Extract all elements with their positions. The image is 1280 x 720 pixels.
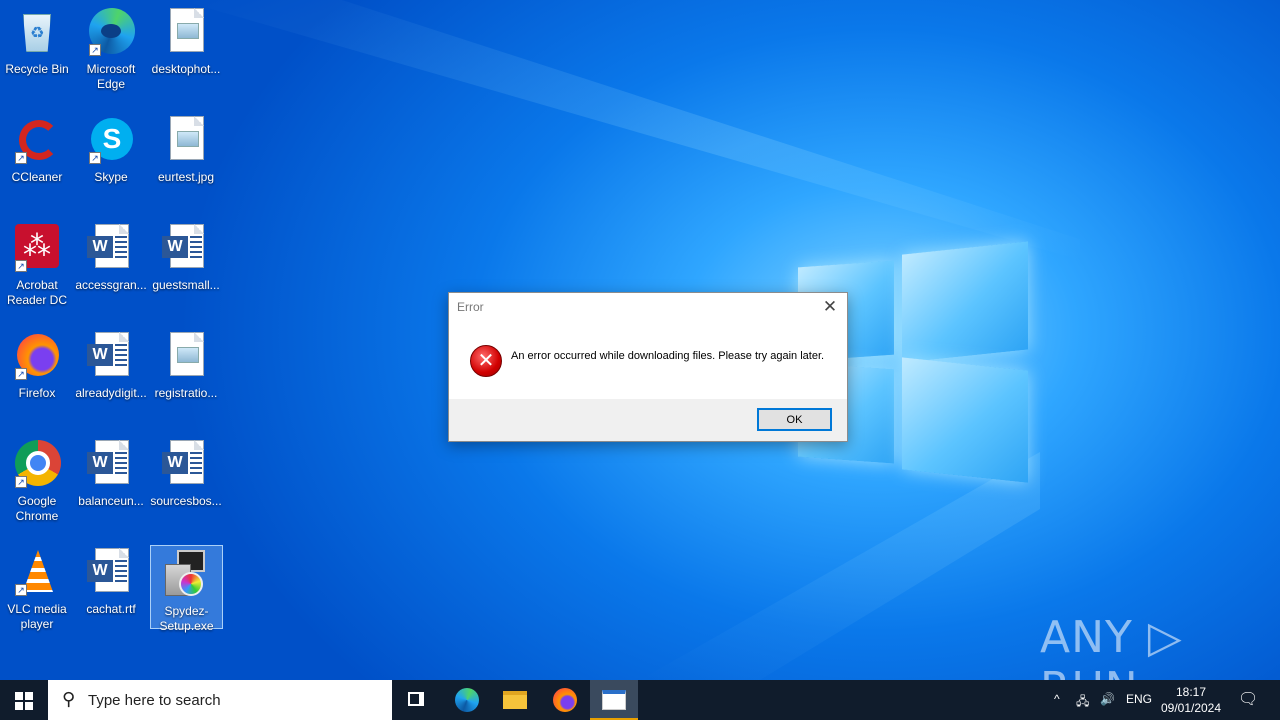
folder-icon: [503, 691, 527, 709]
desktop-icon-skype[interactable]: S ↗ Skype: [74, 112, 148, 208]
desktop-icon-sourcesbos[interactable]: W sourcesbos...: [149, 436, 223, 532]
desktop-icon-label: alreadydigit...: [75, 386, 147, 400]
desktop-icon-label: desktophot...: [151, 62, 221, 76]
desktop-icon-label: registratio...: [154, 386, 218, 400]
taskbar-clock[interactable]: 18:17 09/01/2024: [1156, 684, 1226, 716]
desktop-icon-label: sourcesbos...: [150, 494, 222, 508]
word-document-icon: W: [162, 224, 210, 272]
installer-icon: [163, 550, 211, 598]
image-file-icon: [162, 332, 210, 380]
search-placeholder: Type here to search: [88, 692, 221, 709]
recycle-bin-icon: ♻: [13, 8, 61, 56]
ccleaner-icon: ↗: [13, 116, 61, 164]
taskbar: ⚲ Type here to search ^ 🖧 🔊 ENG 18:17 09…: [0, 680, 1280, 720]
clock-date: 09/01/2024: [1160, 701, 1222, 715]
acrobat-icon: ⁂ ↗: [13, 224, 61, 272]
anyrun-watermark: ANY ▷ RUN: [1040, 612, 1183, 680]
error-icon: ✕: [470, 345, 502, 377]
firefox-icon: [553, 688, 577, 712]
clock-time: 18:17: [1175, 685, 1207, 699]
desktop-icon-label: Spydez-Setup.exe: [159, 604, 214, 633]
desktop-icon-label: Google Chrome: [15, 494, 59, 523]
window-icon: [602, 690, 626, 710]
taskbar-firefox[interactable]: [541, 680, 589, 720]
network-icon[interactable]: 🖧: [1076, 692, 1089, 713]
edge-icon: ↗: [87, 8, 135, 56]
desktop-icon-google-chrome[interactable]: ↗ Google Chrome: [0, 436, 74, 532]
start-button[interactable]: [0, 680, 48, 720]
firefox-icon: ↗: [13, 332, 61, 380]
desktop-icon-microsoft-edge[interactable]: ↗ Microsoft Edge: [74, 4, 148, 100]
ok-button[interactable]: OK: [757, 408, 832, 431]
desktop-icon-eurtest-jpg[interactable]: eurtest.jpg: [149, 112, 223, 208]
show-hidden-icons-button[interactable]: ^: [1054, 692, 1060, 706]
desktop-icon-cachat-rtf[interactable]: W cachat.rtf: [74, 544, 148, 640]
desktop-icon-label: Microsoft Edge: [86, 62, 136, 91]
word-document-icon: W: [87, 548, 135, 596]
desktop-icon-label: balanceun...: [78, 494, 144, 508]
word-document-icon: W: [162, 440, 210, 488]
search-box[interactable]: ⚲ Type here to search: [48, 680, 392, 720]
notification-icon[interactable]: 🗨: [1238, 689, 1258, 709]
desktop-icon-vlc[interactable]: ↗ VLC media player: [0, 544, 74, 640]
image-file-icon: [162, 116, 210, 164]
desktop-icon-label: eurtest.jpg: [157, 170, 215, 184]
language-indicator[interactable]: ENG: [1126, 692, 1152, 706]
dialog-title: Error: [457, 300, 484, 314]
chrome-icon: ↗: [13, 440, 61, 488]
word-document-icon: W: [87, 332, 135, 380]
taskbar-file-explorer[interactable]: [491, 680, 539, 720]
image-file-icon: [162, 8, 210, 56]
desktop-icon-label: cachat.rtf: [86, 602, 136, 616]
desktop-icon-firefox[interactable]: ↗ Firefox: [0, 328, 74, 424]
desktop-icon-label: accessgran...: [75, 278, 147, 292]
desktop-icon-label: guestsmall...: [152, 278, 220, 292]
taskbar-active-window[interactable]: [590, 680, 638, 720]
desktop-icon-label: Recycle Bin: [5, 62, 69, 76]
desktop-icon-label: VLC media player: [7, 602, 67, 631]
edge-icon: [455, 688, 479, 712]
windows-start-icon: [15, 692, 23, 700]
desktop-icon-label: Acrobat Reader DC: [6, 278, 68, 307]
skype-icon: S ↗: [87, 116, 135, 164]
desktop-icon-registratio[interactable]: registratio...: [149, 328, 223, 424]
desktop-icon-recycle-bin[interactable]: ♻ Recycle Bin: [0, 4, 74, 100]
vlc-icon: ↗: [13, 548, 61, 596]
desktop-icon-ccleaner[interactable]: ↗ CCleaner: [0, 112, 74, 208]
close-icon[interactable]: ✕: [813, 293, 847, 321]
task-view-button[interactable]: [392, 680, 440, 720]
desktop-icon-label: CCleaner: [11, 170, 63, 184]
taskbar-edge[interactable]: [443, 680, 491, 720]
light-beam: [180, 0, 1080, 260]
error-dialog: Error ✕ ✕ An error occurred while downlo…: [448, 292, 848, 442]
volume-icon[interactable]: 🔊: [1100, 692, 1115, 706]
word-document-icon: W: [87, 224, 135, 272]
desktop-icon-guestsmall[interactable]: W guestsmall...: [149, 220, 223, 316]
desktop-icon-spydez-setup[interactable]: Spydez-Setup.exe: [150, 545, 223, 633]
search-icon: ⚲: [62, 689, 76, 709]
desktop-icon-desktophot[interactable]: desktophot...: [149, 4, 223, 100]
dialog-message: An error occurred while downloading file…: [511, 350, 825, 362]
task-view-icon: [408, 692, 424, 706]
word-document-icon: W: [87, 440, 135, 488]
desktop-icon-balanceun[interactable]: W balanceun...: [74, 436, 148, 532]
dialog-footer: OK: [449, 399, 847, 441]
desktop-icon-acrobat-reader[interactable]: ⁂ ↗ Acrobat Reader DC: [0, 220, 74, 316]
desktop-icon-alreadydigit[interactable]: W alreadydigit...: [74, 328, 148, 424]
desktop-icon-label: Skype: [94, 170, 128, 184]
desktop-icon-accessgran[interactable]: W accessgran...: [74, 220, 148, 316]
desktop-icon-label: Firefox: [18, 386, 56, 400]
